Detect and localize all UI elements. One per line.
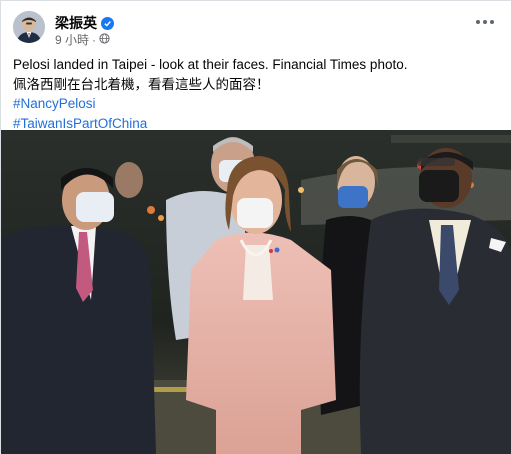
avatar[interactable] bbox=[13, 11, 45, 43]
post-text: Pelosi landed in Taipei - look at their … bbox=[13, 55, 503, 95]
meta-separator: · bbox=[92, 32, 97, 47]
post-time[interactable]: 9 小時 bbox=[55, 31, 89, 48]
hashtag-list: #NancyPelosi #TaiwanIsPartOfChina bbox=[13, 94, 147, 134]
post-header: 梁振英 9 小時 · bbox=[13, 11, 500, 51]
hashtag-link[interactable]: #NancyPelosi bbox=[13, 94, 147, 114]
post-text-line-1: Pelosi landed in Taipei - look at their … bbox=[13, 57, 408, 72]
post-card: 梁振英 9 小時 · Pelosi landed in Taipei - loo… bbox=[0, 0, 511, 454]
verified-badge-icon bbox=[101, 16, 114, 30]
author-name[interactable]: 梁振英 bbox=[55, 13, 114, 33]
more-options-icon[interactable] bbox=[474, 15, 496, 29]
globe-icon bbox=[99, 32, 110, 47]
post-text-line-2: 佩洛西剛在台北着機，看看這些人的面容！ bbox=[13, 77, 270, 92]
post-meta: 9 小時 · bbox=[55, 31, 110, 48]
post-photo[interactable] bbox=[1, 130, 511, 454]
author-name-text[interactable]: 梁振英 bbox=[55, 13, 97, 33]
